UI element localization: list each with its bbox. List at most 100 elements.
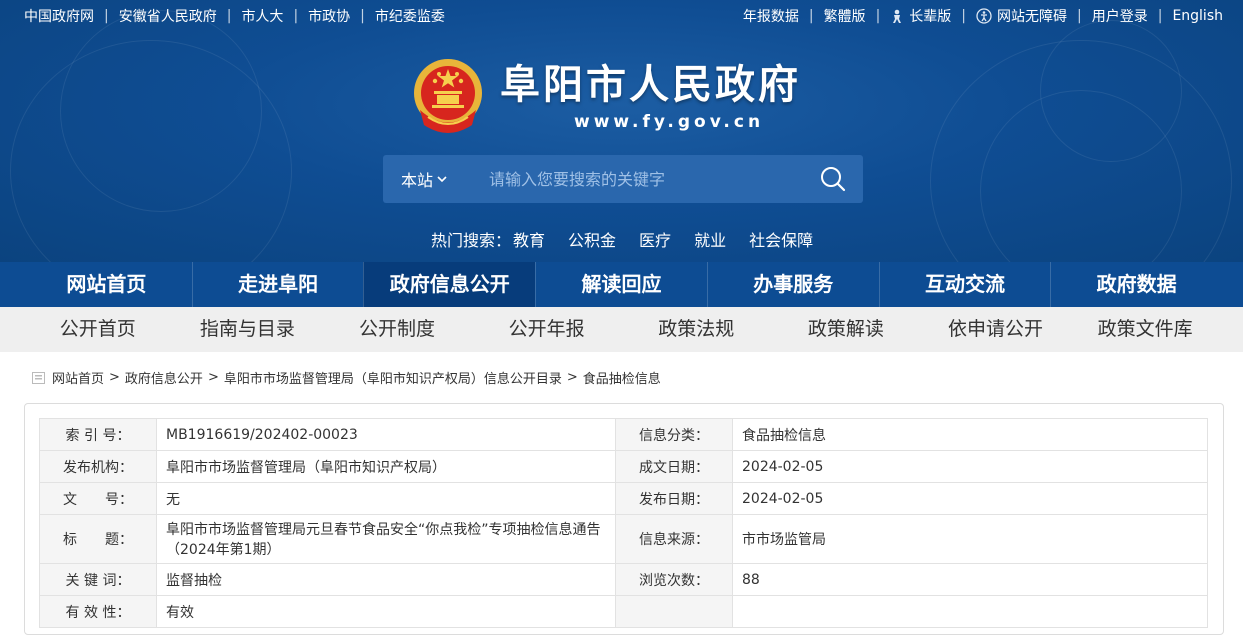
top-link-accessibility[interactable]: 网站无障碍 <box>976 6 1067 26</box>
separator: | <box>104 8 109 24</box>
separator: | <box>1157 8 1163 24</box>
publish-date-value: 2024-02-05 <box>732 482 1208 515</box>
nav-interaction[interactable]: 互动交流 <box>878 262 1051 307</box>
table-row: 关 键 词： 监督抽检 浏览次数： 88 <box>39 563 1208 596</box>
keywords-value: 监督抽检 <box>156 563 616 596</box>
national-emblem-icon <box>414 59 482 133</box>
top-link-city-cppcc[interactable]: 市政协 <box>308 6 350 26</box>
view-count-label: 浏览次数： <box>615 563 733 596</box>
site-title: 阜阳市人民政府 <box>500 62 801 108</box>
nav-services[interactable]: 办事服务 <box>706 262 879 307</box>
hot-search-item[interactable]: 教育 <box>513 227 545 251</box>
info-source-label: 信息来源： <box>615 514 733 564</box>
view-count-value: 88 <box>732 563 1208 596</box>
search-input[interactable] <box>469 155 803 203</box>
written-date-label: 成文日期： <box>615 450 733 483</box>
separator: | <box>1077 8 1082 24</box>
hot-search-item[interactable]: 医疗 <box>639 227 671 251</box>
home-icon <box>32 371 45 384</box>
title-value: 阜阳市市场监督管理局元旦春节食品安全“你点我检”专项抽检信息通告（2024年第1… <box>156 514 616 564</box>
empty-value <box>732 595 1208 628</box>
top-bar-left-links: 中国政府网 | 安徽省人民政府 | 市人大 | 市政协 | 市纪委监委 <box>24 6 445 26</box>
elder-icon <box>893 9 902 23</box>
top-link-elder-mode[interactable]: 长辈版 <box>890 6 951 26</box>
nav-interpretation[interactable]: 解读回应 <box>535 262 707 307</box>
breadcrumb-separator: > <box>566 370 578 385</box>
breadcrumb-current[interactable]: 食品抽检信息 <box>583 368 661 387</box>
top-link-anhui-gov[interactable]: 安徽省人民政府 <box>119 6 217 26</box>
separator: | <box>961 8 966 24</box>
index-number-value: MB1916619/202402-00023 <box>156 418 616 451</box>
breadcrumb-catalog[interactable]: 阜阳市市场监督管理局（阜阳市知识产权局）信息公开目录 <box>224 368 562 387</box>
search-button[interactable] <box>803 155 863 203</box>
breadcrumb: 网站首页 > 政府信息公开 > 阜阳市市场监督管理局（阜阳市知识产权局）信息公开… <box>32 368 661 387</box>
top-bar-right-links: 年报数据 | 繁體版 | 长辈版 | 网站无障碍 | 用户登录 | Englis… <box>743 6 1223 26</box>
decorative-flower <box>1040 20 1182 162</box>
table-row: 发布机构： 阜阳市市场监督管理局（阜阳市知识产权局） 成文日期： 2024-02… <box>39 450 1208 483</box>
separator: | <box>293 8 299 24</box>
validity-label: 有 效 性： <box>39 595 157 628</box>
hot-search-item[interactable]: 公积金 <box>568 227 616 251</box>
top-link-login[interactable]: 用户登录 <box>1092 6 1148 26</box>
search-scope-dropdown[interactable]: 本站 <box>383 167 469 191</box>
elder-mode-label: 长辈版 <box>909 9 952 25</box>
hot-search-label: 热门搜索： <box>431 231 512 250</box>
separator: | <box>808 8 814 24</box>
subnav-disclosure-home[interactable]: 公开首页 <box>23 307 173 352</box>
publisher-label: 发布机构： <box>39 450 157 483</box>
index-number-label: 索 引 号： <box>39 418 157 451</box>
separator: | <box>360 8 365 24</box>
hot-search: 热门搜索： 教育 公积金 医疗 就业 社会保障 <box>431 227 834 251</box>
info-category-label: 信息分类： <box>615 418 733 451</box>
site-header: 中国政府网 | 安徽省人民政府 | 市人大 | 市政协 | 市纪委监委 年报数据… <box>0 0 1243 262</box>
breadcrumb-separator: > <box>109 370 120 385</box>
nav-gov-data[interactable]: 政府数据 <box>1050 262 1222 307</box>
search-bar: 本站 <box>383 155 863 203</box>
metadata-table: 索 引 号： MB1916619/202402-00023 信息分类： 食品抽检… <box>39 418 1208 628</box>
accessibility-icon <box>976 8 992 24</box>
top-link-discipline[interactable]: 市纪委监委 <box>375 6 445 26</box>
top-link-gov-cn[interactable]: 中国政府网 <box>24 6 94 26</box>
nav-gov-info-disclosure[interactable]: 政府信息公开 <box>363 262 536 307</box>
subnav-policy-library[interactable]: 政策文件库 <box>1070 307 1220 352</box>
subnav-disclosure-rules[interactable]: 公开制度 <box>322 307 472 352</box>
breadcrumb-home[interactable]: 网站首页 <box>52 368 104 387</box>
subnav-request-disclosure[interactable]: 依申请公开 <box>921 307 1071 352</box>
title-label: 标 题： <box>39 514 157 564</box>
subnav-guide-catalog[interactable]: 指南与目录 <box>173 307 323 352</box>
table-row: 标 题： 阜阳市市场监督管理局元旦春节食品安全“你点我检”专项抽检信息通告（20… <box>39 514 1208 564</box>
info-category-value: 食品抽检信息 <box>732 418 1208 451</box>
chevron-down-icon <box>437 173 447 186</box>
table-row: 文 号： 无 发布日期： 2024-02-05 <box>39 482 1208 515</box>
doc-number-value: 无 <box>156 482 616 515</box>
table-row: 索 引 号： MB1916619/202402-00023 信息分类： 食品抽检… <box>39 418 1208 451</box>
main-nav: 网站首页 走进阜阳 政府信息公开 解读回应 办事服务 互动交流 政府数据 <box>0 262 1243 307</box>
top-bar: 中国政府网 | 安徽省人民政府 | 市人大 | 市政协 | 市纪委监委 年报数据… <box>0 0 1243 30</box>
info-metadata-box: 索 引 号： MB1916619/202402-00023 信息分类： 食品抽检… <box>24 403 1224 635</box>
accessibility-label: 网站无障碍 <box>997 9 1067 25</box>
publisher-value: 阜阳市市场监督管理局（阜阳市知识产权局） <box>156 450 616 483</box>
top-link-traditional[interactable]: 繁體版 <box>824 6 866 26</box>
subnav-policy-regulations[interactable]: 政策法规 <box>622 307 772 352</box>
empty-label <box>615 595 733 628</box>
top-link-city-npc[interactable]: 市人大 <box>241 6 283 26</box>
top-link-annual-data[interactable]: 年报数据 <box>743 6 799 26</box>
separator: | <box>226 8 232 24</box>
validity-value: 有效 <box>156 595 616 628</box>
info-source-value: 市市场监管局 <box>732 514 1208 564</box>
subnav-policy-interpretation[interactable]: 政策解读 <box>771 307 921 352</box>
nav-about-fuyang[interactable]: 走进阜阳 <box>191 262 364 307</box>
search-scope-label: 本站 <box>401 171 434 190</box>
breadcrumb-gov-info[interactable]: 政府信息公开 <box>125 368 203 387</box>
subnav-annual-report[interactable]: 公开年报 <box>472 307 622 352</box>
search-icon <box>821 167 846 192</box>
decorative-flower <box>60 10 262 212</box>
table-row: 有 效 性： 有效 <box>39 595 1208 628</box>
site-brand[interactable]: 阜阳市人民政府 www.fy.gov.cn <box>410 55 801 139</box>
separator: | <box>875 8 881 24</box>
top-link-english[interactable]: English <box>1172 8 1223 24</box>
hot-search-item[interactable]: 就业 <box>694 227 726 251</box>
nav-home[interactable]: 网站首页 <box>21 262 192 307</box>
hot-search-item[interactable]: 社会保障 <box>749 227 813 251</box>
publish-date-label: 发布日期： <box>615 482 733 515</box>
